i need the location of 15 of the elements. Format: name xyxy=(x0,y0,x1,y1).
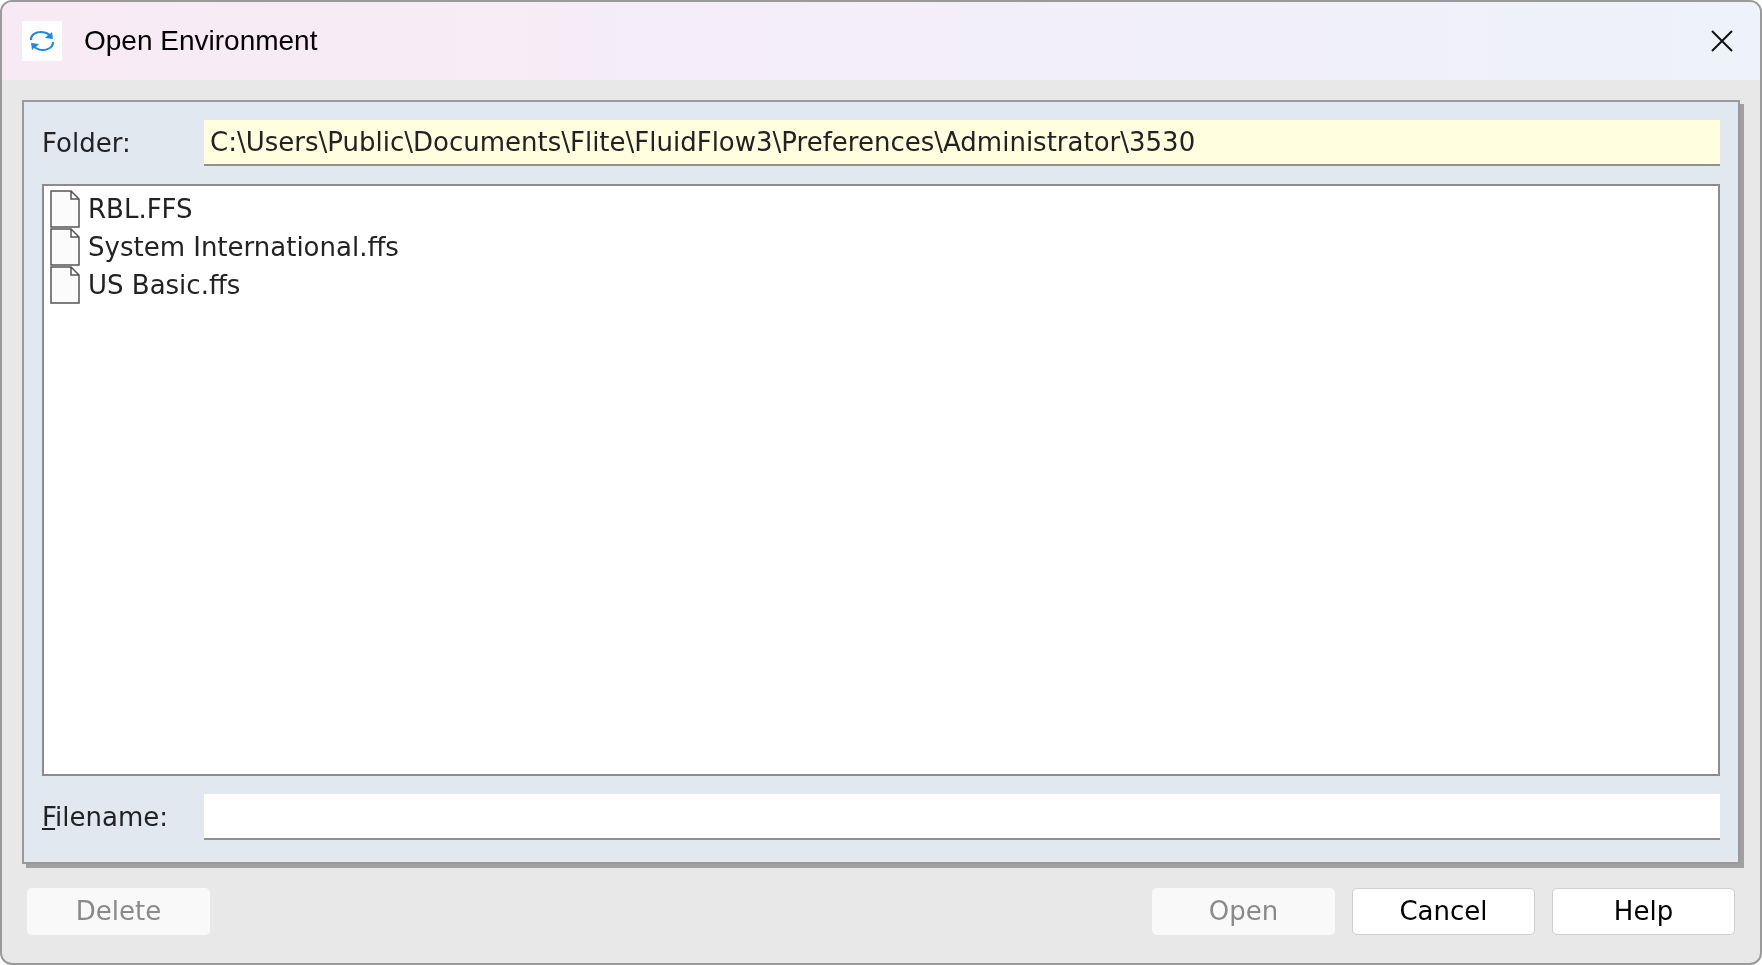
file-icon xyxy=(50,228,80,266)
app-icon xyxy=(22,21,62,61)
file-item[interactable]: US Basic.ffs xyxy=(50,266,249,304)
file-icon xyxy=(50,266,80,304)
folder-field[interactable]: C:\Users\Public\Documents\Flite\FluidFlow3\Preferences\Administrator\3530 xyxy=(204,120,1720,166)
filename-field[interactable] xyxy=(204,794,1720,840)
file-icon xyxy=(50,190,80,228)
dialog-button[interactable]: Cancel xyxy=(1352,888,1535,935)
folder-label: Folder: xyxy=(42,126,132,160)
filename-label: Filename: xyxy=(42,800,169,834)
window-title: Open Environment xyxy=(84,24,318,58)
file-item[interactable]: System International.ffs xyxy=(50,228,407,266)
file-item[interactable]: RBL.FFS xyxy=(50,190,201,228)
close-icon xyxy=(1711,30,1733,52)
dialog-button[interactable]: Help xyxy=(1552,888,1735,935)
